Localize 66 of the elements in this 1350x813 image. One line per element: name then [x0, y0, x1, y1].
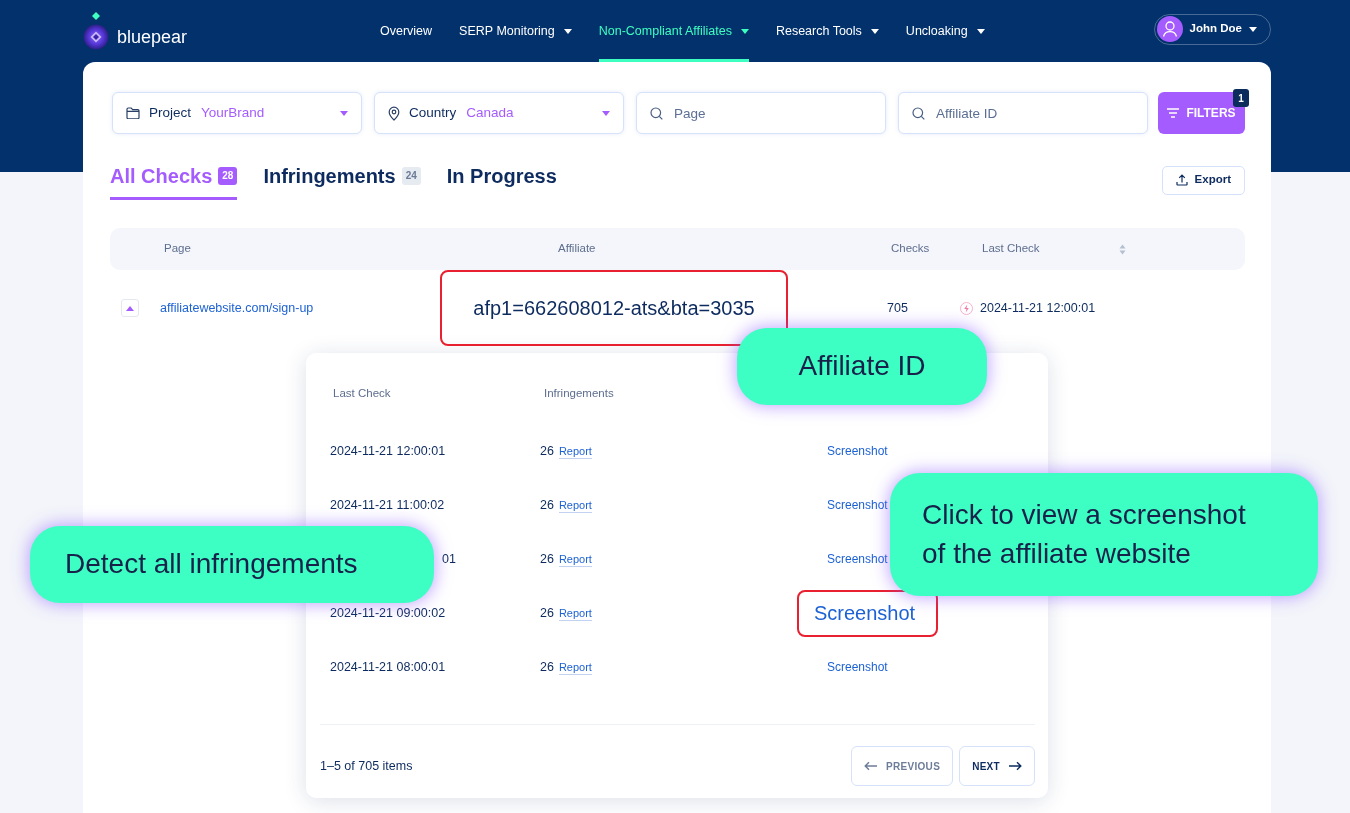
tab[interactable]: Infringements 24 — [263, 160, 421, 200]
timestamp: 2024-11-21 11:00:02 — [330, 497, 445, 512]
check-count: 705 — [887, 300, 908, 315]
report-link[interactable]: Report — [558, 552, 592, 567]
caret-icon — [1249, 26, 1257, 32]
infringement-count: 26 — [540, 443, 554, 458]
infringement-count: 26 — [540, 659, 554, 674]
search-field[interactable]: Page — [636, 92, 886, 134]
column-header: Checks — [891, 242, 930, 255]
column-header: Affiliate — [558, 242, 596, 255]
report-link[interactable]: Report — [558, 498, 592, 513]
country-select[interactable]: Country Canada — [374, 92, 624, 134]
folder-icon — [126, 107, 140, 119]
export-button[interactable]: Export — [1161, 165, 1245, 195]
count-badge: 28 — [218, 167, 238, 185]
screenshot-link[interactable]: Screenshot — [827, 497, 888, 512]
column-header: Last Check — [333, 387, 391, 400]
timestamp: 2024-11-21 08:00:01 — [330, 659, 446, 674]
column-header: Infringements — [544, 387, 614, 400]
page-link[interactable]: affiliatewebsite.com/sign-up — [160, 301, 314, 316]
report-link[interactable]: Report — [558, 444, 592, 459]
infringement-count: 26 — [540, 497, 554, 512]
timestamp: 2024-11-21 12:00:01 — [330, 443, 446, 458]
report-link[interactable]: Report — [558, 606, 592, 621]
logo-icon — [83, 12, 109, 50]
caret-icon — [126, 305, 134, 311]
project-select[interactable]: Project YourBrand — [112, 92, 362, 134]
sort-icon — [1119, 243, 1126, 255]
screenshot-link[interactable]: Screenshot — [827, 659, 888, 674]
nav-link[interactable]: Research Tools — [775, 0, 879, 62]
arrow-right-icon — [1008, 761, 1022, 771]
screenshot-link[interactable]: Screenshot — [827, 551, 888, 566]
timestamp: 2024-11-21 09:00:02 — [330, 605, 446, 620]
column-header: Page — [164, 242, 191, 255]
search-field[interactable]: Affiliate ID — [898, 92, 1148, 134]
count-badge: 24 — [401, 167, 421, 185]
tab[interactable]: In Progress — [446, 160, 557, 200]
timestamp: 2024-11-21 12:00:01 — [980, 299, 1096, 317]
nav-link[interactable]: Uncloaking — [905, 0, 985, 62]
location-pin-icon — [388, 105, 400, 121]
nav-link[interactable]: Overview — [380, 0, 433, 62]
avatar-icon — [1156, 16, 1183, 42]
screenshot-link[interactable]: Screenshot — [827, 443, 888, 458]
filter-icon — [1167, 108, 1180, 118]
tab[interactable]: All Checks 28 — [110, 160, 238, 200]
lightning-icon — [960, 301, 973, 315]
callout-bubble: Affiliate ID — [737, 328, 987, 405]
timestamp: 01 — [442, 551, 456, 566]
caret-icon — [602, 110, 610, 116]
next-button[interactable]: NEXT — [959, 746, 1035, 786]
affiliate-id: afp1=662608012-ats&bta=3035 — [473, 296, 755, 321]
arrow-left-icon — [864, 761, 879, 771]
infringement-count: 26 — [540, 551, 554, 566]
filter-count-badge: 1 — [1233, 89, 1249, 107]
callout-bubble: Click to view a screenshot of the affiliate website — [890, 473, 1318, 596]
report-link[interactable]: Report — [558, 660, 592, 675]
pagination-summary: 1–5 of 705 items — [320, 757, 413, 775]
caret-icon — [340, 110, 348, 116]
callout-bubble: Detect all infringements — [30, 526, 434, 603]
column-header: Last Check — [982, 242, 1040, 255]
nav-link[interactable]: SERP Monitoring — [459, 0, 572, 62]
screenshot-link[interactable]: Screenshot — [814, 598, 916, 628]
infringement-count: 26 — [540, 605, 554, 620]
brand-name: bluepear — [117, 25, 188, 49]
upload-icon — [1175, 174, 1188, 186]
expand-button[interactable] — [121, 299, 139, 317]
